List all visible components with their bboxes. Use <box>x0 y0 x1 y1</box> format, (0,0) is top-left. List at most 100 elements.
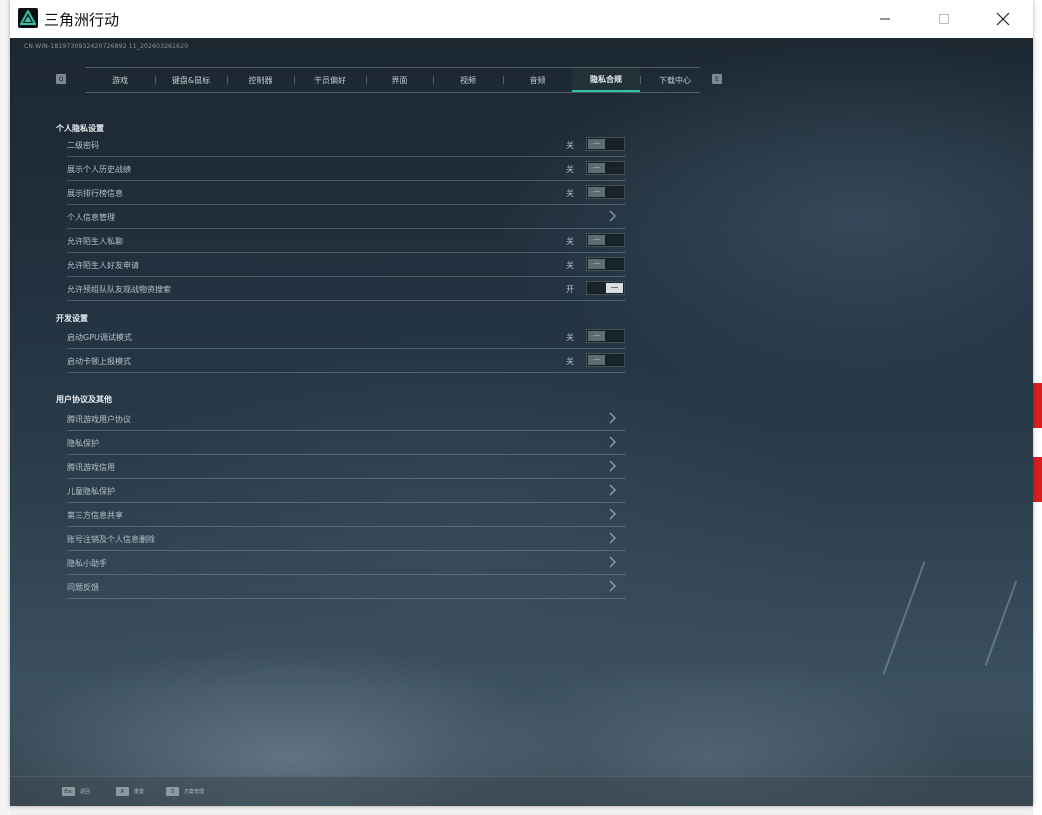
maximize-button[interactable] <box>919 0 969 38</box>
toggle-switch[interactable] <box>586 281 625 295</box>
app-logo-icon <box>18 8 38 28</box>
tab-4[interactable]: 界面 <box>366 68 433 92</box>
footer-key: Esc <box>62 787 75 796</box>
footer-action-0[interactable]: Esc 返回 <box>62 787 90 796</box>
setting-state: 关 <box>566 165 574 174</box>
section-title-agreements: 用户协议及其他 <box>56 395 112 404</box>
toggle-switch[interactable] <box>586 185 625 199</box>
footer-label: 返回 <box>80 789 91 795</box>
setting-state: 关 <box>566 189 574 198</box>
tab-5[interactable]: 视频 <box>433 68 503 92</box>
setting-row-developer-1[interactable]: 启动卡顿上报模式 关 <box>67 349 626 373</box>
close-button[interactable] <box>978 0 1028 38</box>
setting-row-agreements-0[interactable]: 腾讯游戏用户协议 <box>67 407 626 431</box>
setting-label: 问题反馈 <box>67 583 99 592</box>
setting-row-agreements-2[interactable]: 腾讯游戏信用 <box>67 455 626 479</box>
tab-next-key-hint[interactable]: E <box>712 74 722 84</box>
tab-8[interactable]: 下载中心 <box>640 68 710 92</box>
footer-key: S <box>166 787 179 796</box>
setting-label: 允许预组队队友观战物资搜索 <box>67 285 171 294</box>
setting-label: 二级密码 <box>67 141 99 150</box>
footer-label: 方案管理 <box>184 789 205 795</box>
title-bar[interactable]: 三角洲行动 <box>10 0 1033 38</box>
setting-state: 关 <box>566 261 574 270</box>
tab-2[interactable]: 控制器 <box>227 68 294 92</box>
maximize-icon <box>939 14 949 24</box>
toggle-switch[interactable] <box>586 329 625 343</box>
footer-action-2[interactable]: S 方案管理 <box>166 787 204 796</box>
setting-row-privacy-4[interactable]: 允许陌生人私聊 关 <box>67 229 626 253</box>
game-client-area: CN-WIN-1819730932420726892 11_2026032616… <box>10 38 1033 806</box>
footer-bar: Esc 返回 R 重置 S 方案管理 <box>10 776 1033 806</box>
setting-state: 关 <box>566 333 574 342</box>
setting-row-agreements-5[interactable]: 账号注销及个人信息删除 <box>67 527 626 551</box>
minimize-button[interactable] <box>860 0 910 38</box>
setting-label: 腾讯游戏信用 <box>67 463 115 472</box>
setting-label: 儿童隐私保护 <box>67 487 115 496</box>
toggle-knob <box>588 235 605 245</box>
toggle-knob <box>588 139 605 149</box>
setting-label: 隐私小助手 <box>67 559 107 568</box>
chevron-right-icon <box>609 532 617 546</box>
toggle-switch[interactable] <box>586 161 625 175</box>
desktop-red-banner-2 <box>1033 457 1042 502</box>
window-title: 三角洲行动 <box>44 11 120 29</box>
tab-1[interactable]: 键盘&鼠标 <box>155 68 227 92</box>
setting-label: 展示个人历史战绩 <box>67 165 131 174</box>
setting-label: 启动卡顿上报模式 <box>67 357 131 366</box>
tab-6[interactable]: 音频 <box>503 68 572 92</box>
footer-action-1[interactable]: R 重置 <box>116 787 144 796</box>
setting-state: 关 <box>566 237 574 246</box>
toggle-knob <box>588 187 605 197</box>
tab-prev-key-hint[interactable]: Q <box>56 74 66 84</box>
build-id-label: CN-WIN-1819730932420726892 11_2026032616… <box>24 43 189 50</box>
tab-0[interactable]: 游戏 <box>85 68 155 92</box>
toggle-switch[interactable] <box>586 137 625 151</box>
chevron-right-icon <box>609 210 617 224</box>
setting-label: 隐私保护 <box>67 439 99 448</box>
toggle-knob <box>588 163 605 173</box>
close-icon <box>996 12 1010 26</box>
desktop-left-edge <box>0 0 10 815</box>
setting-label: 展示排行榜信息 <box>67 189 123 198</box>
footer-label: 重置 <box>134 789 145 795</box>
toggle-switch[interactable] <box>586 257 625 271</box>
setting-label: 腾讯游戏用户协议 <box>67 415 131 424</box>
toggle-switch[interactable] <box>586 233 625 247</box>
setting-row-privacy-5[interactable]: 允许陌生人好友申请 关 <box>67 253 626 277</box>
toggle-knob <box>588 259 605 269</box>
chevron-right-icon <box>609 436 617 450</box>
game-window: 三角洲行动 CN-WIN-1819730932420726892 11_2026… <box>10 0 1033 806</box>
setting-label: 个人信息管理 <box>67 213 115 222</box>
toggle-switch[interactable] <box>586 353 625 367</box>
setting-state: 开 <box>566 285 574 294</box>
setting-label: 第三方信息共享 <box>67 511 123 520</box>
toggle-knob <box>606 283 623 293</box>
setting-row-agreements-3[interactable]: 儿童隐私保护 <box>67 479 626 503</box>
setting-state: 关 <box>566 357 574 366</box>
setting-label: 启动GPU调试模式 <box>67 333 132 342</box>
setting-row-agreements-4[interactable]: 第三方信息共享 <box>67 503 626 527</box>
tab-3[interactable]: 干员偏好 <box>294 68 366 92</box>
setting-row-privacy-6[interactable]: 允许预组队队友观战物资搜索 开 <box>67 277 626 301</box>
chevron-right-icon <box>609 556 617 570</box>
setting-row-agreements-6[interactable]: 隐私小助手 <box>67 551 626 575</box>
setting-row-privacy-0[interactable]: 二级密码 关 <box>67 133 626 157</box>
setting-label: 允许陌生人好友申请 <box>67 261 139 270</box>
background-streak-2 <box>984 580 1018 666</box>
chevron-right-icon <box>609 508 617 522</box>
minimize-icon <box>880 18 890 20</box>
setting-row-privacy-3[interactable]: 个人信息管理 <box>67 205 626 229</box>
setting-row-developer-0[interactable]: 启动GPU调试模式 关 <box>67 325 626 349</box>
setting-label: 账号注销及个人信息删除 <box>67 535 155 544</box>
setting-row-privacy-2[interactable]: 展示排行榜信息 关 <box>67 181 626 205</box>
setting-label: 允许陌生人私聊 <box>67 237 123 246</box>
setting-state: 关 <box>566 141 574 150</box>
setting-row-agreements-1[interactable]: 隐私保护 <box>67 431 626 455</box>
chevron-right-icon <box>609 484 617 498</box>
setting-row-agreements-7[interactable]: 问题反馈 <box>67 575 626 599</box>
tab-7[interactable]: 隐私合规 <box>572 68 640 92</box>
chevron-right-icon <box>609 460 617 474</box>
chevron-right-icon <box>609 412 617 426</box>
setting-row-privacy-1[interactable]: 展示个人历史战绩 关 <box>67 157 626 181</box>
